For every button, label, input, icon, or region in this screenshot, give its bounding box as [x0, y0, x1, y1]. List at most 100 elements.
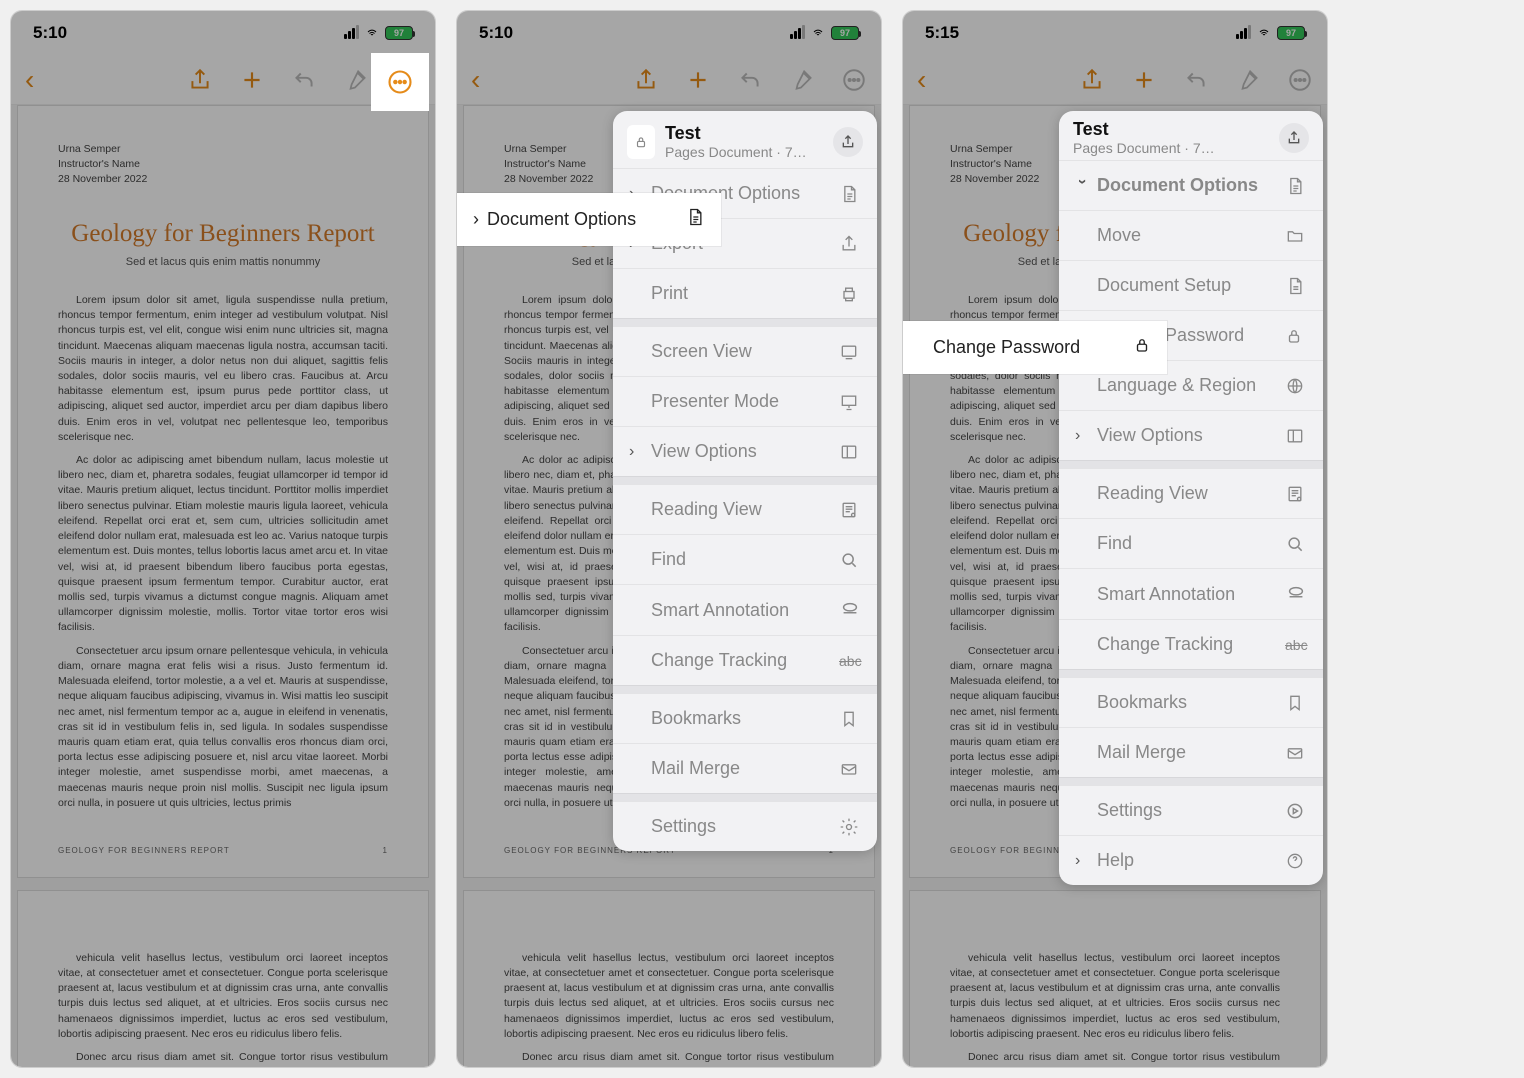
document-page-2: vehicula velit hasellus lectus, vestibul… [17, 890, 429, 1067]
help-icon [1285, 851, 1307, 871]
brush-icon[interactable] [1235, 67, 1261, 93]
add-icon[interactable] [239, 67, 265, 93]
menu-document-options[interactable]: ›Document Options [1059, 160, 1323, 210]
menu-find[interactable]: ›Find [1059, 518, 1323, 568]
undo-icon[interactable] [737, 67, 763, 93]
menu-settings[interactable]: ›Settings [1059, 785, 1323, 835]
status-bar: 5:15 97 [903, 11, 1327, 55]
menu-settings[interactable]: ›Settings [613, 801, 877, 851]
menu-print[interactable]: ›Print [613, 268, 877, 318]
document-options-popover: Test Pages Document · 7… ›Document Optio… [1059, 111, 1323, 885]
bookmark-icon [839, 709, 861, 729]
menu-bookmarks[interactable]: ›Bookmarks [613, 693, 877, 743]
popover-share-icon[interactable] [1279, 123, 1309, 153]
doc-date: 28 November 2022 [58, 172, 388, 187]
menu-view-options[interactable]: ›View Options [1059, 410, 1323, 460]
annotation-icon [839, 599, 861, 621]
popover-share-icon[interactable] [833, 127, 863, 157]
more-icon[interactable] [1287, 67, 1313, 93]
document-canvas[interactable]: Urna Semper Instructor's Name 28 Novembe… [11, 105, 435, 1067]
lock-icon [1285, 326, 1307, 346]
add-icon[interactable] [685, 67, 711, 93]
bookmark-icon [1285, 693, 1307, 713]
clock: 5:15 [925, 23, 959, 43]
phone-screenshot-2: 5:10 97 ‹ Urna Semper Instructor's Name … [456, 10, 882, 1068]
doc-paragraph: Donec arcu risus diam amet sit. Congue t… [58, 1050, 388, 1067]
menu-view-options[interactable]: ›View Options [613, 426, 877, 476]
reading-icon [1285, 484, 1307, 504]
gear-icon [839, 817, 861, 837]
menu-bookmarks[interactable]: ›Bookmarks [1059, 677, 1323, 727]
doc-paragraph: Donec arcu risus diam amet sit. Congue t… [504, 1050, 834, 1067]
print-icon [839, 284, 861, 304]
menu-find[interactable]: ›Find [613, 534, 877, 584]
popover-header: Test Pages Document · 7… [613, 111, 877, 168]
menu-mail-merge[interactable]: ›Mail Merge [613, 743, 877, 793]
menu-mail-merge[interactable]: ›Mail Merge [1059, 727, 1323, 777]
menu-move[interactable]: ›Move [1059, 210, 1323, 260]
undo-icon[interactable] [1183, 67, 1209, 93]
brush-icon[interactable] [343, 67, 369, 93]
share-icon[interactable] [187, 67, 213, 93]
sidebar-icon [839, 442, 861, 462]
signal-icon [344, 27, 359, 39]
menu-change-tracking[interactable]: ›Change Tracking abc [613, 635, 877, 685]
doc-paragraph: Donec arcu risus diam amet sit. Congue t… [950, 1050, 1280, 1067]
back-button[interactable]: ‹ [917, 64, 926, 96]
status-bar: 5:10 97 [457, 11, 881, 55]
annotation-icon [1285, 583, 1307, 605]
doc-paragraph: vehicula velit hasellus lectus, vestibul… [504, 951, 834, 1042]
battery-icon: 97 [1277, 26, 1305, 40]
document-page-1: Urna Semper Instructor's Name 28 Novembe… [17, 105, 429, 878]
share-icon[interactable] [1079, 67, 1105, 93]
menu-smart-annotation[interactable]: ›Smart Annotation [1059, 568, 1323, 619]
menu-presenter-mode[interactable]: ›Presenter Mode [613, 376, 877, 426]
highlight-change-password[interactable]: ›Change Password [903, 321, 1167, 374]
document-icon [839, 184, 861, 204]
menu-change-tracking[interactable]: ›Change Tracking abc [1059, 619, 1323, 669]
doc-paragraph: Ac dolor ac adipiscing amet bibendum nul… [58, 453, 388, 636]
clock: 5:10 [479, 23, 513, 43]
undo-icon[interactable] [291, 67, 317, 93]
share-icon[interactable] [633, 67, 659, 93]
tracking-icon: abc [1285, 637, 1307, 653]
document-page-2: vehicula velit hasellus lectus, vestibul… [909, 890, 1321, 1067]
search-icon [839, 550, 861, 570]
doc-title: Geology for Beginners Report [58, 216, 388, 252]
menu-smart-annotation[interactable]: ›Smart Annotation [613, 584, 877, 635]
popover-header: Test Pages Document · 7… [1059, 111, 1323, 160]
phone-screenshot-1: 5:10 97 ‹ Urna Semper Instructor's Name … [10, 10, 436, 1068]
menu-reading-view[interactable]: ›Reading View [613, 484, 877, 534]
menu-reading-view[interactable]: ›Reading View [1059, 468, 1323, 518]
toolbar: ‹ [903, 55, 1327, 105]
doc-paragraph: vehicula velit hasellus lectus, vestibul… [950, 951, 1280, 1042]
menu-screen-view[interactable]: ›Screen View [613, 326, 877, 376]
wifi-icon [364, 27, 380, 39]
tracking-icon: abc [839, 653, 861, 669]
wifi-icon [810, 27, 826, 39]
more-icon[interactable] [841, 67, 867, 93]
lock-icon [627, 125, 655, 159]
highlight-document-options[interactable]: ›Document Options [457, 193, 721, 246]
doc-paragraph: Lorem ipsum dolor sit amet, ligula suspe… [58, 293, 388, 445]
document-setup-icon [1285, 276, 1307, 296]
popover-doc-meta: Pages Document · 7… [1073, 140, 1269, 156]
page-number: 1 [383, 845, 388, 857]
menu-document-setup[interactable]: ›Document Setup [1059, 260, 1323, 310]
doc-subtitle: Sed et lacus quis enim mattis nonummy [58, 255, 388, 271]
document-page-2: vehicula velit hasellus lectus, vestibul… [463, 890, 875, 1067]
add-icon[interactable] [1131, 67, 1157, 93]
back-button[interactable]: ‹ [25, 64, 34, 96]
clock: 5:10 [33, 23, 67, 43]
menu-help[interactable]: ›Help [1059, 835, 1323, 885]
battery-icon: 97 [385, 26, 413, 40]
doc-paragraph: vehicula velit hasellus lectus, vestibul… [58, 951, 388, 1042]
battery-icon: 97 [831, 26, 859, 40]
back-button[interactable]: ‹ [471, 64, 480, 96]
brush-icon[interactable] [789, 67, 815, 93]
phone-screenshot-3: 5:15 97 ‹ Urna Semper Instructor's Name … [902, 10, 1328, 1068]
doc-paragraph: Consectetuer arcu ipsum ornare pellentes… [58, 644, 388, 811]
presenter-icon [839, 392, 861, 412]
lock-icon [1133, 335, 1151, 360]
highlight-more-button[interactable] [371, 53, 429, 111]
